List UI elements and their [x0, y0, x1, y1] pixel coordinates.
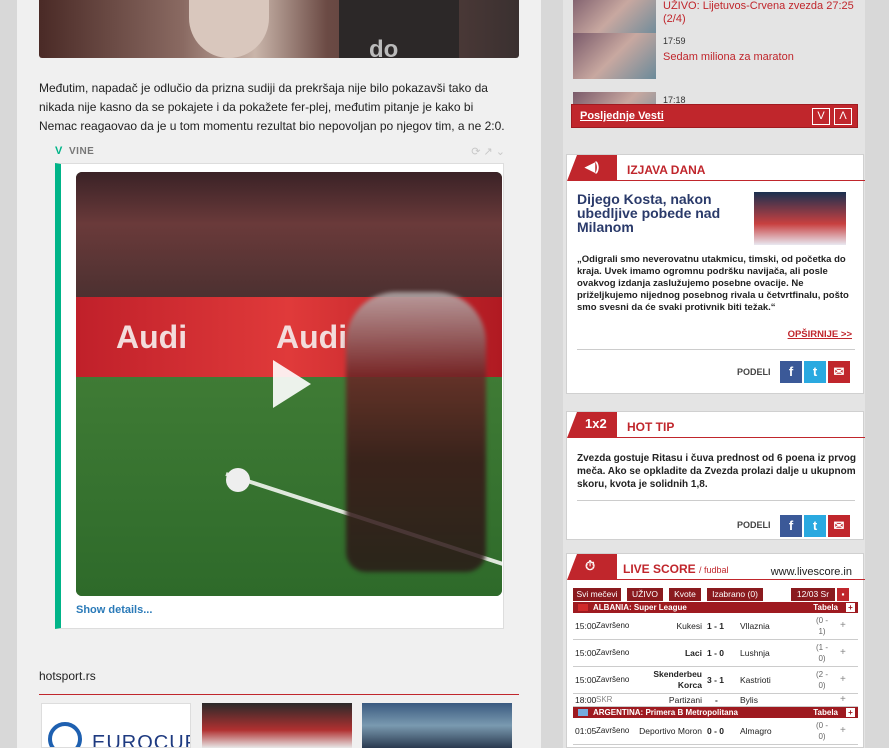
related-thumb-eurocup[interactable]: EUROCUP: [41, 703, 191, 748]
quote-of-day-box: ◀) IZJAVA DANA Dijego Kosta, nakon ubedl…: [566, 154, 865, 394]
share-label: PODELI: [737, 520, 771, 530]
match-row[interactable]: 15:00 Završeno Laci 1 - 0 Lushnja (1 - 0…: [573, 640, 858, 667]
quote-headline[interactable]: Dijego Kosta, nakon ubedljive pobede nad…: [577, 192, 747, 234]
vine-label: VINE: [69, 146, 95, 157]
quote-image[interactable]: [754, 192, 846, 245]
add-icon[interactable]: +: [840, 674, 846, 685]
sidebar: UŽIVO: Lijetuvos-Crvena zvezda 27:25 (2/…: [563, 0, 865, 748]
match-row[interactable]: 18:00 SKR Partizani - Bylis +: [573, 694, 858, 707]
add-icon[interactable]: +: [840, 694, 846, 705]
twitter-icon[interactable]: t: [804, 361, 826, 383]
revine-icon[interactable]: ⟳: [471, 146, 480, 158]
twitter-icon[interactable]: t: [804, 515, 826, 537]
share-buttons: f t ✉: [780, 361, 852, 383]
article-column: do Međutim, napadač je odlučio da prizna…: [17, 0, 541, 748]
box-title: IZJAVA DANA: [627, 163, 706, 177]
article-paragraph: Međutim, napadač je odlučio da prizna su…: [39, 81, 505, 133]
odds-icon: 1x2: [585, 416, 607, 431]
news-thumbnail: [573, 92, 656, 104]
vine-logo-icon: V: [55, 145, 63, 157]
hot-tip-text: Zvezda gostuje Ritasu i čuva prednost od…: [577, 453, 856, 490]
match-row[interactable]: 15:00 Završeno Kukesi 1 - 1 Vllaznia (0 …: [573, 613, 858, 640]
news-time: 17:18: [663, 95, 686, 104]
tab-all[interactable]: Svi mečevi: [573, 588, 621, 601]
facebook-icon[interactable]: f: [780, 361, 802, 383]
add-icon[interactable]: +: [840, 647, 846, 658]
add-icon[interactable]: +: [840, 620, 846, 631]
match-row[interactable]: 15:00 Završeno Skenderbeu Korca 3 - 1 Ka…: [573, 667, 858, 694]
share-label: PODELI: [737, 367, 771, 377]
news-item[interactable]: 17:59 Sedam miliona za maraton: [573, 33, 863, 83]
date-select[interactable]: 12/03 Sr: [791, 588, 835, 601]
livescore-box: ⏱ LIVE SCORE / fudbal www.livescore.in S…: [566, 553, 865, 748]
news-item[interactable]: 17:18: [573, 92, 863, 104]
related-thumb-players[interactable]: [202, 703, 352, 748]
news-title[interactable]: Sedam miliona za maraton: [663, 51, 794, 64]
standings-link[interactable]: Tabela: [813, 602, 838, 613]
share-buttons: f t ✉: [780, 515, 852, 537]
flag-icon: [578, 709, 588, 716]
play-icon[interactable]: [259, 354, 319, 414]
article-top-image: do: [39, 0, 519, 58]
news-time: 17:59: [663, 36, 686, 46]
stopwatch-icon: ⏱: [585, 558, 596, 573]
tab-selected[interactable]: Izabrano (0): [707, 588, 763, 601]
vine-embed: Audi Audi Show details...: [55, 163, 504, 629]
pin-icon[interactable]: +: [846, 603, 855, 612]
vine-header: V VINE ⟳ ↗ ⌄: [55, 145, 505, 161]
tab-odds[interactable]: Kvote: [669, 588, 701, 601]
email-icon[interactable]: ✉: [828, 361, 850, 383]
latest-news-bar: Posljednje Vesti V Λ: [571, 104, 858, 128]
quote-text: „Odigrali smo neverovatnu utakmicu, tims…: [577, 254, 849, 313]
divider: [39, 694, 519, 695]
livescore-site-link[interactable]: www.livescore.in: [771, 566, 852, 578]
flag-icon: [578, 604, 588, 611]
hot-tip-box: 1x2 HOT TIP Zvezda gostuje Ritasu i čuva…: [566, 411, 865, 540]
facebook-icon[interactable]: f: [780, 515, 802, 537]
source-label: hotsport.rs: [39, 669, 96, 683]
box-title: LIVE SCORE / fudbal: [623, 562, 729, 576]
tab-live[interactable]: UŽIVO: [627, 588, 663, 601]
email-icon[interactable]: ✉: [828, 515, 850, 537]
add-icon[interactable]: +: [840, 725, 846, 736]
news-thumbnail: [573, 33, 656, 79]
related-thumb-match[interactable]: [362, 703, 512, 748]
scroll-up-button[interactable]: Λ: [834, 108, 852, 125]
megaphone-icon: ◀): [585, 159, 600, 174]
latest-news-link[interactable]: Posljednje Vesti: [580, 110, 664, 122]
video-player[interactable]: Audi Audi: [76, 172, 502, 596]
livescore-table: ALBANIA: Super League Tabela + 15:00 Zav…: [573, 602, 858, 745]
league-header: ARGENTINA: Primera B Metropolitana Tabel…: [573, 707, 858, 718]
share-icon[interactable]: ↗: [484, 146, 493, 158]
livescore-tabs: Svi mečevi UŽIVO Kvote Izabrano (0) 12/0…: [573, 588, 858, 601]
calendar-icon[interactable]: ▪: [837, 588, 849, 601]
standings-link[interactable]: Tabela: [813, 707, 838, 718]
news-title[interactable]: UŽIVO: Lijetuvos-Crvena zvezda 27:25 (2/…: [663, 0, 863, 26]
vine-actions: ⟳ ↗ ⌄: [471, 145, 505, 158]
scroll-down-button[interactable]: V: [812, 108, 830, 125]
match-row[interactable]: 01:05 Završeno Deportivo Moron 0 - 0 Alm…: [573, 718, 858, 745]
box-title: HOT TIP: [627, 420, 675, 434]
read-more-link[interactable]: OPŠIRNIJE >>: [788, 329, 852, 340]
show-details-link[interactable]: Show details...: [76, 604, 152, 616]
league-header: ALBANIA: Super League Tabela +: [573, 602, 858, 613]
chevron-down-icon[interactable]: ⌄: [496, 146, 505, 158]
pin-icon[interactable]: +: [846, 708, 855, 717]
